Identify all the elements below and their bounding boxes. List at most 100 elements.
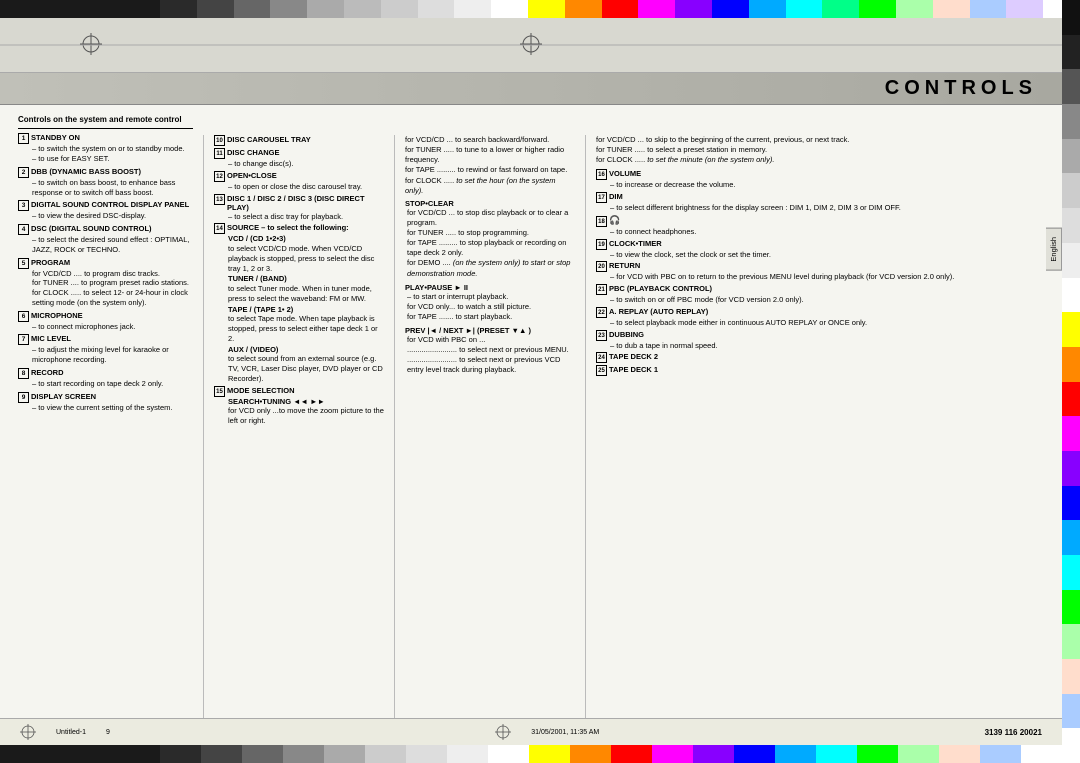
- item-22-subs: – to select playback mode either in cont…: [596, 318, 1044, 328]
- item-5-sub1: for VCD/CD .... to program disc tracks.: [32, 269, 193, 279]
- footer-date: 31/05/2001, 11:35 AM: [531, 729, 599, 736]
- item-5-title-row: 5 PROGRAM: [18, 258, 193, 269]
- item-19-title-row: 19 CLOCK•TIMER: [596, 239, 1044, 250]
- item-21-title-row: 21 PBC (PLAYBACK CONTROL): [596, 284, 1044, 295]
- c3-item1: for VCD/CD ... to search backward/forwar…: [405, 135, 575, 145]
- item-2-num: 2: [18, 167, 29, 178]
- item-3-sub1: – to view the desired DSC-display.: [32, 211, 193, 221]
- item-6-title: MICROPHONE: [31, 311, 83, 320]
- item-3-subs: – to view the desired DSC-display.: [18, 211, 193, 221]
- item-7-subs: – to adjust the mixing level for karaoke…: [18, 345, 193, 365]
- bottom-color-bar: [0, 745, 1062, 763]
- b6: [365, 745, 406, 763]
- item-23-title-row: 23 DUBBING: [596, 330, 1044, 341]
- item-12-title: OPEN•CLOSE: [227, 171, 277, 180]
- item-14-detail: VCD / (CD 1•2•3) to select VCD/CD mode. …: [214, 234, 384, 383]
- item-16-subs: – to increase or decrease the volume.: [596, 180, 1044, 190]
- top-decorative-band: [0, 18, 1062, 73]
- item-15-title: MODE SELECTION: [227, 386, 295, 395]
- item-23-sub1: – to dub a tape in normal speed.: [610, 341, 1044, 351]
- b4: [283, 745, 324, 763]
- item-14-subtitle2: VCD / (CD 1•2•3): [228, 234, 384, 244]
- c4-3: for CLOCK ..... to set the minute (on th…: [596, 155, 1044, 165]
- sc4: for DEMO .... (on the system only) to st…: [407, 258, 575, 278]
- item-25-title-row: 25 TAPE DECK 1: [596, 365, 1044, 376]
- item-6-title-row: 6 MICROPHONE: [18, 311, 193, 322]
- b8: [447, 745, 488, 763]
- color-stripe-red: [602, 0, 639, 18]
- item-2-title-row: 2 DBB (DYNAMIC BASS BOOST): [18, 167, 193, 178]
- bottom-bar-black: [0, 745, 160, 763]
- pp1: – to start or interrupt playback.: [407, 292, 575, 302]
- color-stripe-lt-blue: [970, 0, 1007, 18]
- item-14-sub3: to select Tape mode. When tape playback …: [228, 314, 384, 343]
- item-5-sub2: for TUNER .... to program preset radio s…: [32, 278, 193, 288]
- divider-2: [394, 135, 395, 718]
- item-13-num: 13: [214, 194, 225, 205]
- item-18-subs: – to connect headphones.: [596, 227, 1044, 237]
- item-25: 25 TAPE DECK 1: [596, 365, 1044, 376]
- item-10-title: DISC CAROUSEL TRAY: [227, 135, 311, 144]
- right-bar-blue: [1062, 486, 1080, 521]
- item-4-num: 4: [18, 224, 29, 235]
- item-16: 16 VOLUME – to increase or decrease the …: [596, 169, 1044, 190]
- item-4-sub1: – to select the desired sound effect : O…: [32, 235, 193, 255]
- stop-clear-title: STOP•CLEAR: [405, 199, 575, 208]
- item-14-subtitle5: AUX / (VIDEO): [228, 345, 384, 355]
- item-13-title: DISC 1 / DISC 2 / DISC 3 (DISC DIRECT PL…: [227, 194, 384, 212]
- item-3-title: DIGITAL SOUND CONTROL DISPLAY PANEL: [31, 200, 189, 209]
- item-2: 2 DBB (DYNAMIC BASS BOOST) – to switch o…: [18, 167, 193, 198]
- item-4-title: DSC (DIGITAL SOUND CONTROL): [31, 224, 152, 233]
- item-11-sub1: – to change disc(s).: [228, 159, 384, 169]
- play-pause-title: PLAY•PAUSE ► II: [405, 283, 575, 292]
- footer-left-crosshair: [20, 724, 36, 740]
- b2: [201, 745, 242, 763]
- b3: [242, 745, 283, 763]
- item-12-sub1: – to open or close the disc carousel tra…: [228, 182, 384, 192]
- item-3-title-row: 3 DIGITAL SOUND CONTROL DISPLAY PANEL: [18, 200, 193, 211]
- b-blue: [734, 745, 775, 763]
- right-bar-6: [1062, 173, 1080, 208]
- b-yellow: [529, 745, 570, 763]
- item-17-sub1: – to select different brightness for the…: [610, 203, 1044, 213]
- item-22-sub1: – to select playback mode either in cont…: [610, 318, 1044, 328]
- color-stripe-magenta: [638, 0, 675, 18]
- item-7-num: 7: [18, 334, 29, 345]
- top-bar-black: [0, 0, 160, 18]
- item-1: 1 STANDBY ON – to switch the system on o…: [18, 133, 193, 164]
- item-4-title-row: 4 DSC (DIGITAL SOUND CONTROL): [18, 224, 193, 235]
- right-bar-5: [1062, 139, 1080, 174]
- item-12-subs: – to open or close the disc carousel tra…: [214, 182, 384, 192]
- b-orange: [570, 745, 611, 763]
- item-22-title-row: 22 A. REPLAY (AUTO REPLAY): [596, 307, 1044, 318]
- color-stripe-peach: [933, 0, 970, 18]
- play-pause-items: – to start or interrupt playback. for VC…: [405, 292, 575, 322]
- pn3: ........................ to select next …: [407, 355, 575, 375]
- item-20-num: 20: [596, 261, 607, 272]
- item-6-sub1: – to connect microphones jack.: [32, 322, 193, 332]
- color-stripe-lavender: [1006, 0, 1043, 18]
- color-stripe-10: [491, 0, 528, 18]
- item-22-title: A. REPLAY (AUTO REPLAY): [609, 307, 708, 316]
- item-12-title-row: 12 OPEN•CLOSE: [214, 171, 384, 182]
- item-7-sub1: – to adjust the mixing level for karaoke…: [32, 345, 193, 365]
- page-header: CONTROLS: [0, 73, 1062, 105]
- item-5-subs: for VCD/CD .... to program disc tracks. …: [18, 269, 193, 308]
- footer-center: 31/05/2001, 11:35 AM: [495, 724, 599, 740]
- pp2: for VCD only... to watch a still picture…: [407, 302, 575, 312]
- item-15: 15 MODE SELECTION SEARCH•TUNING ◄◄ ►► fo…: [214, 386, 384, 426]
- item-25-num: 25: [596, 365, 607, 376]
- color-stripe-4: [270, 0, 307, 18]
- color-stripe-purple: [675, 0, 712, 18]
- item-2-sub1: – to switch on bass boost, to enhance ba…: [32, 178, 193, 198]
- item-24-title: TAPE DECK 2: [609, 352, 658, 361]
- footer-doc-ref-text: 3139 116 20021: [985, 728, 1042, 737]
- item-15-detail: SEARCH•TUNING ◄◄ ►► for VCD only ...to m…: [214, 397, 384, 426]
- b-peach: [939, 745, 980, 763]
- item-19-title: CLOCK•TIMER: [609, 239, 662, 248]
- item-11-title: DISC CHANGE: [227, 148, 280, 157]
- right-bar-lt-blue: [1062, 694, 1080, 729]
- item-8-sub1: – to start recording on tape deck 2 only…: [32, 379, 193, 389]
- b-green: [857, 745, 898, 763]
- item-16-sub1: – to increase or decrease the volume.: [610, 180, 1044, 190]
